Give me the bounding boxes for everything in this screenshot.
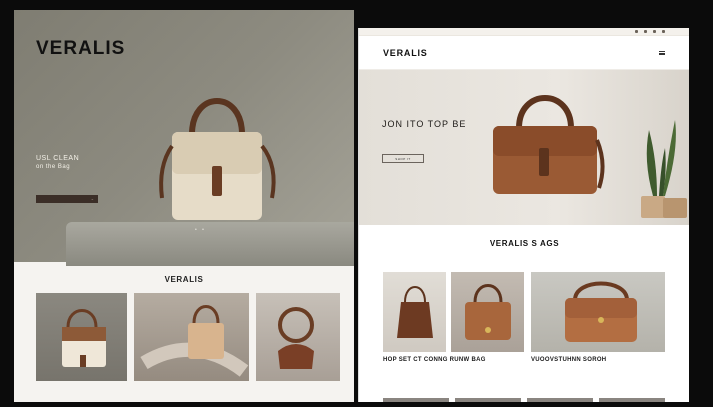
plant-pot-image	[641, 120, 687, 218]
left-product-tile-1[interactable]	[36, 293, 127, 381]
search-icon[interactable]	[635, 30, 638, 33]
left-product-tile-3[interactable]	[256, 293, 340, 381]
bag-icon[interactable]	[662, 30, 665, 33]
right-brand-logo[interactable]: VERALIS	[383, 48, 428, 58]
cart-icon[interactable]	[653, 30, 656, 33]
topbar-icons	[635, 30, 665, 33]
collection-title: VERALIS S AGS	[489, 239, 560, 248]
user-icon[interactable]	[644, 30, 647, 33]
product-name-2[interactable]: VUOOVSTUHNN SOROH	[531, 357, 606, 363]
left-product-tile-2[interactable]	[134, 293, 249, 381]
left-hero-title-line1: USL CLEAN	[36, 155, 80, 162]
announcement-bar	[359, 28, 689, 36]
right-product-tile-3[interactable]	[531, 272, 665, 352]
left-hero-cta-button[interactable]: →	[36, 195, 98, 203]
right-product-tile-2[interactable]	[451, 272, 524, 352]
left-hero-banner: VERALIS USL CLEAN on the Bag → • •	[14, 10, 354, 266]
main-navigation: VERALIS	[359, 36, 689, 70]
handbag-image	[62, 309, 106, 367]
right-page-preview: VERALIS JON ITO TOP BE SHOP IT VERALIS S…	[358, 28, 689, 402]
right-hero-banner: JON ITO TOP BE SHOP IT	[359, 70, 689, 225]
left-brand-logo[interactable]: VERALIS	[36, 38, 125, 60]
cream-handbag-image	[159, 98, 276, 220]
nav-links	[599, 50, 665, 55]
thumbnail[interactable]	[455, 398, 521, 402]
handbag-image	[278, 307, 314, 369]
left-hero-title-line2: on the Bag	[36, 164, 71, 171]
right-product-tile-1[interactable]	[383, 272, 446, 352]
left-section-title: VERALIS	[164, 275, 204, 284]
thumbnail[interactable]	[527, 398, 593, 402]
next-row-thumbnails	[383, 398, 665, 402]
thumbnail[interactable]	[383, 398, 449, 402]
handbag-image	[140, 305, 249, 377]
brown-handbag-image	[493, 95, 605, 194]
hamburger-menu-icon[interactable]	[659, 50, 665, 55]
thumbnail[interactable]	[599, 398, 665, 402]
left-hero-title: USL CLEAN on the Bag	[36, 154, 79, 172]
handbag-image	[397, 286, 433, 338]
right-hero-title: JON ITO TOP BE	[382, 119, 467, 129]
product-name-1[interactable]: HOP SET CT CONNG RUNW BAG	[383, 357, 486, 363]
arrow-right-icon: →	[90, 197, 95, 201]
handbag-image	[565, 281, 637, 342]
handbag-image	[465, 284, 511, 340]
left-page-preview: VERALIS USL CLEAN on the Bag → • • VERAL…	[14, 10, 354, 402]
right-hero-cta-button[interactable]: SHOP IT	[382, 154, 424, 163]
